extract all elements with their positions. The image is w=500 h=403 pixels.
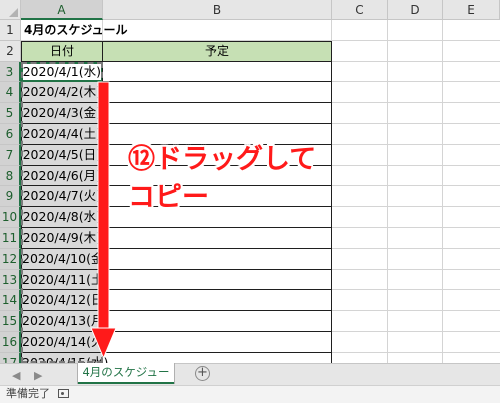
prev-sheet-icon[interactable]: ◀: [12, 369, 20, 382]
next-sheet-icon[interactable]: ▶: [34, 369, 42, 382]
annotation-step-12: ⑫ドラッグして: [128, 144, 317, 175]
sheet-tab-bar: ◀ ▶ 4月のスケジュール +: [0, 363, 500, 398]
status-ready-text: 準備完了: [6, 387, 50, 400]
drag-arrow-overlay: [90, 81, 117, 360]
spreadsheet-grid[interactable]: A B C D E 123456789101112131415161718 4月…: [0, 0, 500, 363]
status-bar: 準備完了: [0, 385, 500, 403]
macro-record-icon[interactable]: [58, 389, 69, 398]
add-sheet-button[interactable]: +: [195, 366, 210, 381]
sheet-tab-april-schedule[interactable]: 4月のスケジュール: [78, 363, 174, 398]
drag-arrow-down-icon: [90, 327, 117, 360]
drag-arrow-shaft: [97, 81, 110, 331]
annotation-copy: コピー: [128, 182, 209, 213]
